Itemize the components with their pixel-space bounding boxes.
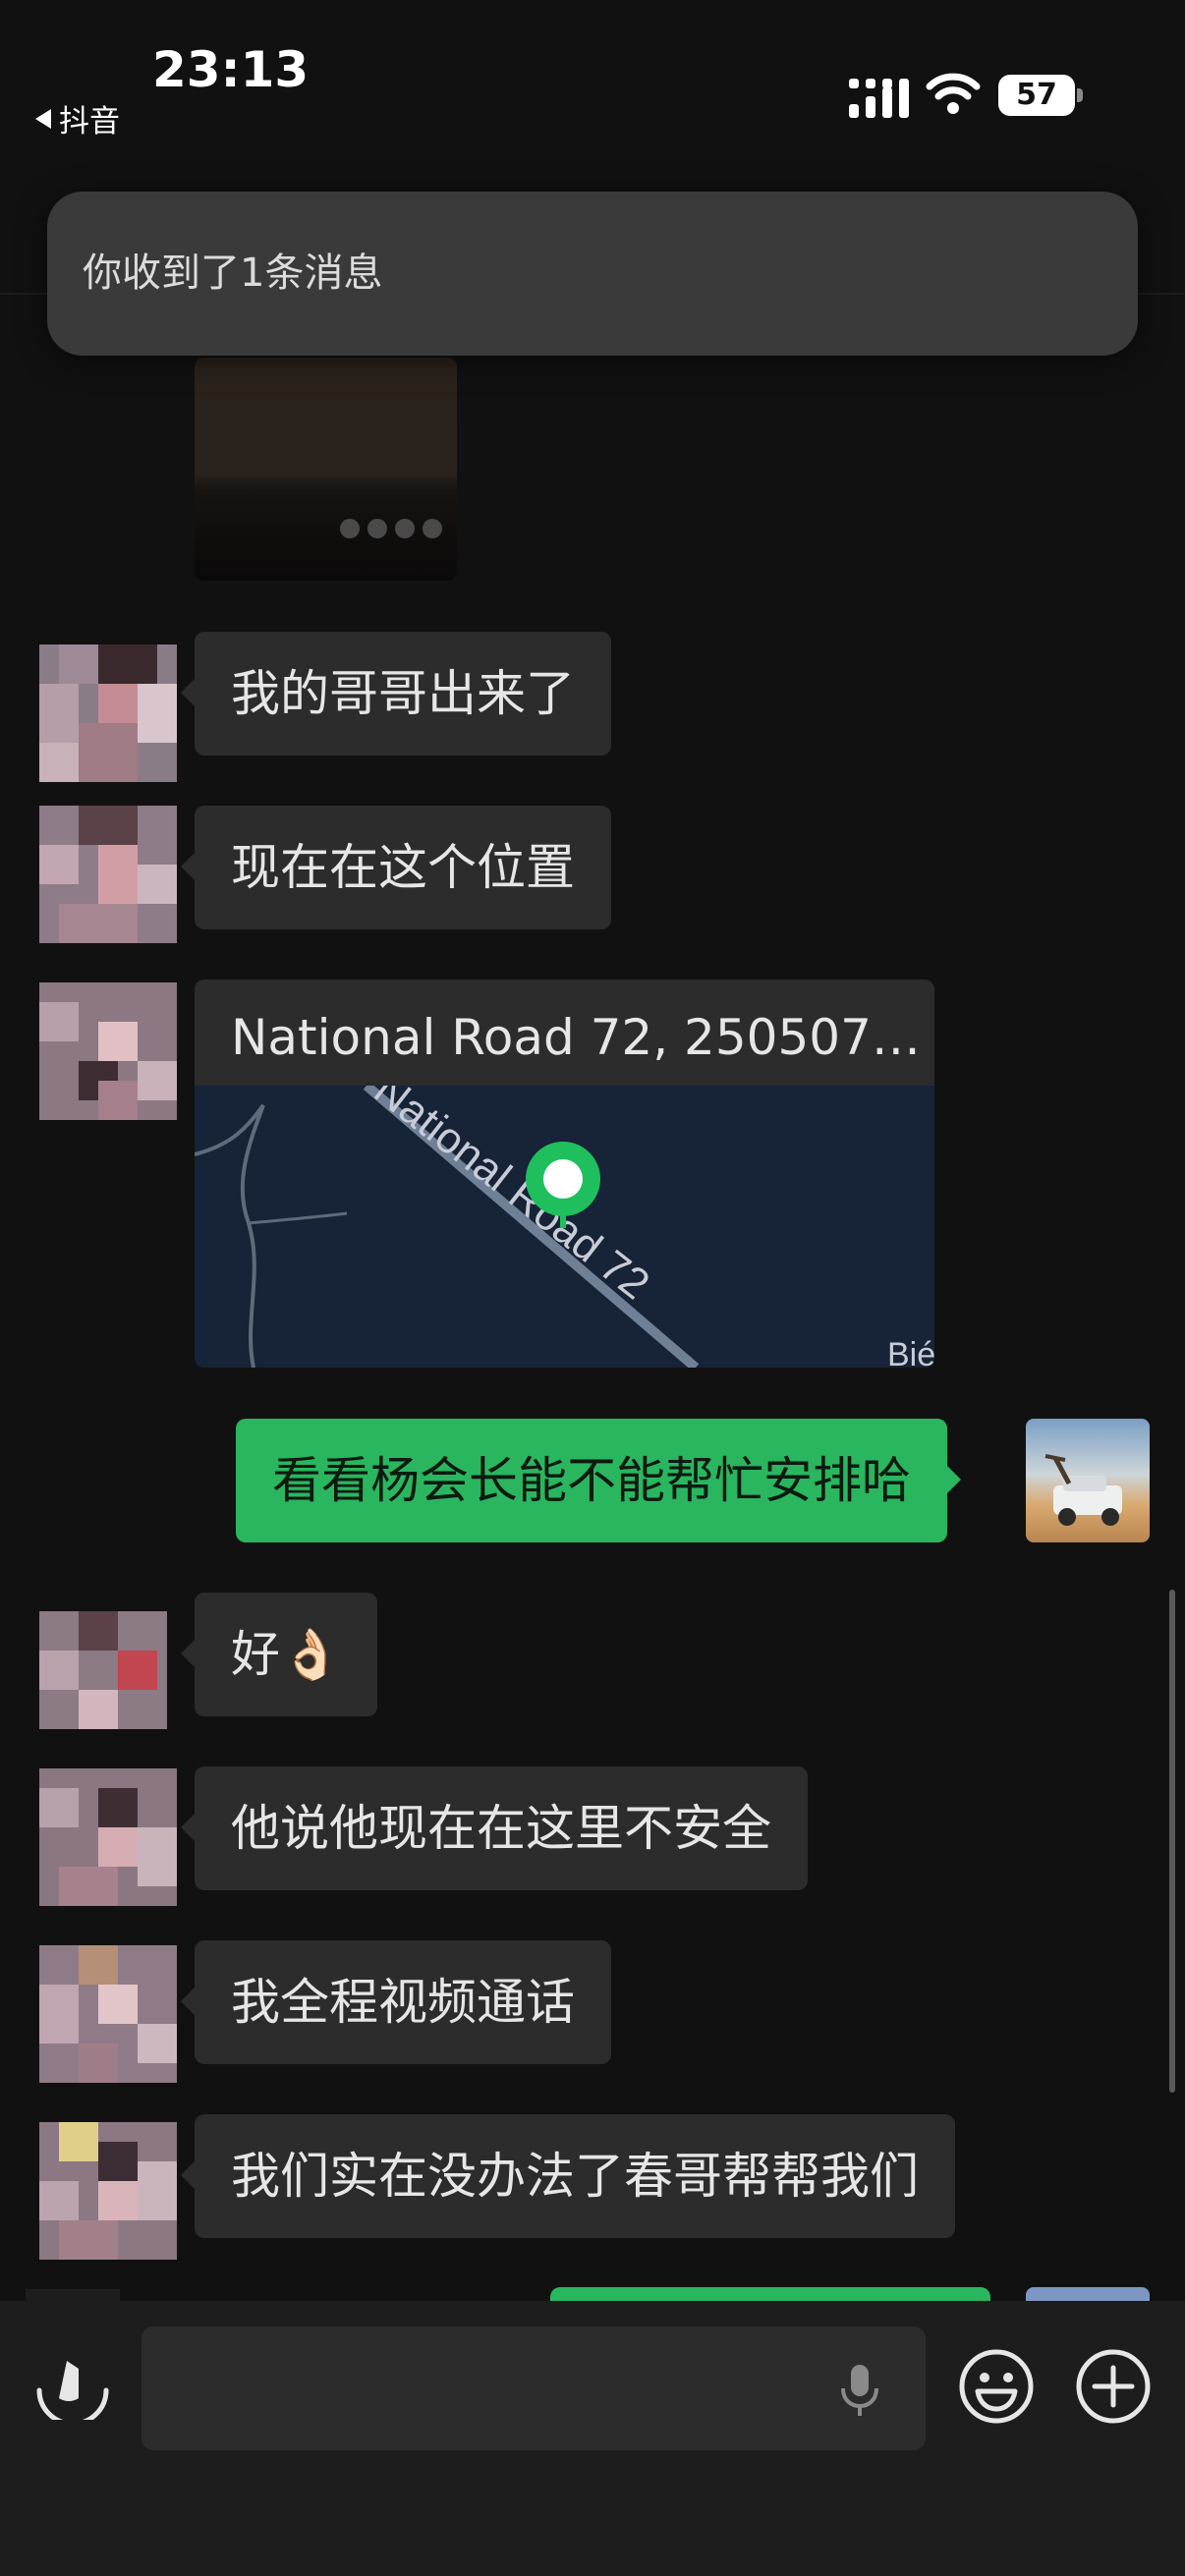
message-bubble[interactable]: 他说他现在在这里不安全	[181, 1766, 808, 1890]
back-to-app-link[interactable]: 抖音	[35, 96, 120, 140]
map-corner-label: Bié	[887, 1336, 934, 1368]
more-icon	[423, 519, 442, 538]
cellular-signal-icon	[849, 79, 909, 118]
notification-banner[interactable]: 你收到了1条消息	[47, 192, 1138, 356]
notification-text: 你收到了1条消息	[83, 251, 383, 296]
grid-icon	[395, 519, 415, 538]
partial-my-avatar	[1026, 2287, 1150, 2301]
status-time: 23:13	[152, 41, 310, 98]
contact-avatar[interactable]	[39, 806, 177, 943]
microphone-icon[interactable]	[835, 2363, 884, 2418]
message-bubble[interactable]: 我们实在没办法了春哥帮帮我们	[181, 2114, 955, 2238]
wifi-icon	[926, 73, 981, 114]
contact-avatar[interactable]	[39, 2122, 177, 2260]
emoji-icon[interactable]	[958, 2348, 1035, 2425]
save-icon	[367, 519, 387, 538]
contact-avatar[interactable]	[39, 1768, 177, 1906]
back-app-label: 抖音	[59, 104, 120, 140]
location-message-card[interactable]: National Road 72, 250507… National Road …	[195, 980, 934, 1368]
location-title: National Road 72, 250507…	[231, 1009, 921, 1066]
location-map: National Road 72 Bié	[195, 1086, 934, 1368]
battery-cap	[1077, 88, 1083, 102]
share-icon	[340, 519, 360, 538]
contact-avatar[interactable]	[39, 1945, 177, 2083]
message-bubble[interactable]: 我的哥哥出来了	[181, 632, 611, 756]
video-message-thumbnail[interactable]	[195, 358, 457, 581]
battery-icon: 57	[998, 75, 1075, 116]
contact-avatar[interactable]	[39, 1611, 167, 1729]
contact-avatar[interactable]	[39, 982, 177, 1120]
back-arrow-icon	[35, 108, 51, 129]
message-bubble[interactable]: 我全程视频通话	[181, 1940, 611, 2064]
plus-icon[interactable]	[1075, 2348, 1152, 2425]
partial-outgoing-bubble[interactable]	[550, 2287, 990, 2301]
message-input[interactable]	[141, 2326, 926, 2450]
battery-level: 57	[1016, 78, 1057, 112]
scrollbar[interactable]	[1169, 1590, 1175, 2093]
avatar-photo	[1044, 1454, 1122, 1526]
message-bubble[interactable]: 现在在这个位置	[181, 806, 611, 929]
my-avatar[interactable]	[1026, 1419, 1150, 1542]
map-road-label: National Road 72	[366, 1086, 658, 1309]
outgoing-message-bubble[interactable]: 看看杨会长能不能帮忙安排哈	[236, 1419, 961, 1542]
contact-avatar[interactable]	[39, 644, 177, 782]
voice-toggle-icon[interactable]	[33, 2341, 112, 2420]
message-bubble[interactable]: 好👌🏻	[180, 1593, 378, 1716]
